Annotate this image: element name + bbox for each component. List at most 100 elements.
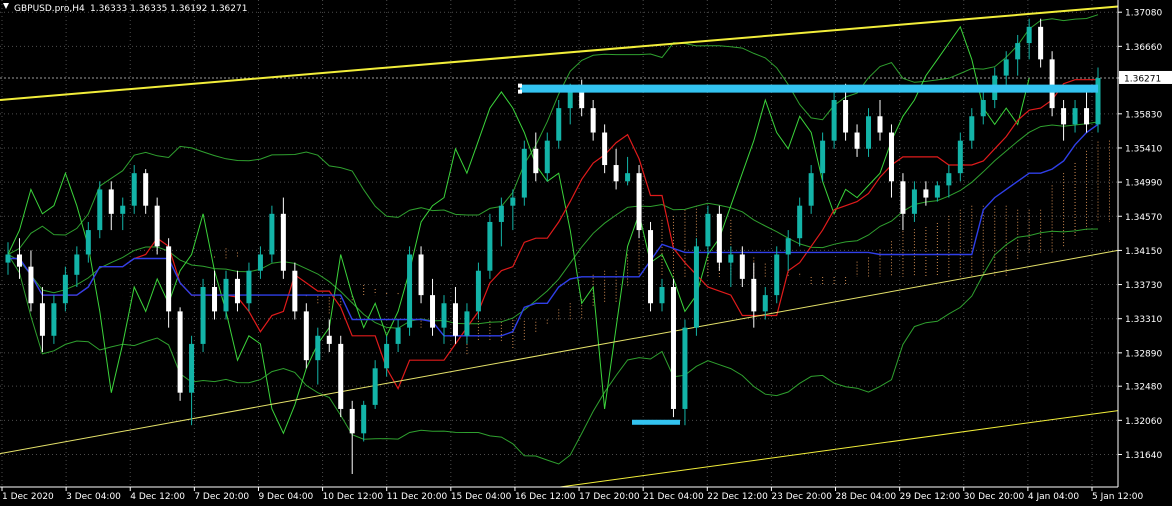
candle-body xyxy=(280,213,286,271)
candle-body xyxy=(1084,108,1090,125)
candle-body xyxy=(1038,26,1044,60)
candle-body xyxy=(407,254,413,328)
candle-body xyxy=(292,270,298,312)
time-tick-label: 5 Jan 12:00 xyxy=(1092,492,1144,502)
candle-body xyxy=(85,230,91,255)
candle-body xyxy=(223,278,229,312)
candle-body xyxy=(74,254,80,275)
time-tick-label: 23 Dec 20:00 xyxy=(771,492,832,502)
price-chart[interactable]: 1.37080 1.36660 1.36271 1.35830 1.35410 1.349… xyxy=(0,0,1172,506)
candle-body xyxy=(843,100,849,133)
price-tick-label: 1.32060 xyxy=(1125,417,1162,427)
time-tick-label: 10 Dec 12:00 xyxy=(323,492,384,502)
candle-body xyxy=(670,286,676,409)
candle-body xyxy=(441,303,447,328)
candle-body xyxy=(556,108,562,141)
candle-body xyxy=(62,274,68,304)
candle-body xyxy=(716,213,722,263)
candle-body xyxy=(521,148,527,198)
candle-body xyxy=(498,205,504,222)
price-tick-label: 1.33310 xyxy=(1125,315,1162,325)
ohlc-readout: 1.36333 1.36335 1.36192 1.36271 xyxy=(90,4,247,14)
candle-body xyxy=(866,116,872,149)
candle-body xyxy=(338,343,344,409)
candle-body xyxy=(189,343,195,393)
time-tick-label: 4 Jan 04:00 xyxy=(1028,492,1080,502)
candle-body xyxy=(888,132,894,182)
candle-body xyxy=(315,335,321,361)
price-tick-label: 1.34150 xyxy=(1125,247,1162,257)
candle-body xyxy=(682,327,688,409)
price-tick-label: 1.34990 xyxy=(1125,179,1162,189)
resistance-level xyxy=(520,84,1098,93)
candle-body xyxy=(1072,108,1078,125)
candle-body xyxy=(487,221,493,271)
candle-body xyxy=(923,189,929,198)
candle-body xyxy=(648,230,654,304)
candle-body xyxy=(705,213,711,247)
candle-body xyxy=(51,303,57,336)
candle-body xyxy=(326,335,332,344)
time-tick-label: 4 Dec 12:00 xyxy=(130,492,185,502)
time-tick-label: 29 Dec 12:00 xyxy=(900,492,961,502)
candle-body xyxy=(808,173,814,206)
candle-body xyxy=(234,278,240,304)
price-tick-label: 1.34570 xyxy=(1125,213,1162,223)
candle-body xyxy=(475,270,481,312)
time-tick-label: 3 Dec 04:00 xyxy=(66,492,121,502)
candle-body xyxy=(613,165,619,182)
time-tick-label: 15 Dec 04:00 xyxy=(451,492,512,502)
candle-body xyxy=(131,173,137,206)
candle-body xyxy=(693,246,699,328)
candle-body xyxy=(1049,59,1055,109)
candle-body xyxy=(820,140,826,174)
candle-body xyxy=(957,140,963,174)
candle-body xyxy=(177,311,183,393)
candle-body xyxy=(303,311,309,361)
time-tick-label: 7 Dec 20:00 xyxy=(194,492,249,502)
candle-body xyxy=(212,286,218,312)
candle-body xyxy=(143,173,149,206)
candle-body xyxy=(946,173,952,186)
price-tick-label: 1.36660 xyxy=(1125,43,1162,53)
candle-body xyxy=(590,108,596,133)
candle-body xyxy=(567,91,573,109)
time-tick-label: 21 Dec 04:00 xyxy=(643,492,704,502)
price-tick-label: 1.33730 xyxy=(1125,281,1162,291)
price-tick-label: 1.35830 xyxy=(1125,110,1162,120)
candle-body xyxy=(1015,43,1021,60)
price-tick-label: 1.32890 xyxy=(1125,349,1162,359)
chart-canvas[interactable]: 1.37080 1.36660 1.36271 1.35830 1.35410 1.349… xyxy=(0,0,1172,506)
candle-body xyxy=(16,254,22,267)
candle-body xyxy=(728,254,734,263)
candle-body xyxy=(464,311,470,336)
candle-body xyxy=(97,189,103,231)
candle-body xyxy=(739,254,745,279)
symbol-label: GBPUSD.pro,H4 xyxy=(14,4,85,14)
candle-body xyxy=(349,408,355,434)
candle-body xyxy=(762,295,768,312)
candle-body xyxy=(384,343,390,369)
candle-body xyxy=(269,213,275,255)
candle-body xyxy=(751,278,757,312)
candle-body xyxy=(774,254,780,296)
time-tick-label: 30 Dec 20:00 xyxy=(964,492,1025,502)
candle-body xyxy=(430,295,436,328)
candle-body xyxy=(372,368,378,405)
candle-body xyxy=(854,132,860,149)
candle-body xyxy=(980,100,986,117)
candle-body xyxy=(877,116,883,133)
candle-body xyxy=(257,254,263,271)
candle-body xyxy=(200,286,206,344)
resistance-level-anchor xyxy=(518,83,522,88)
candle-body xyxy=(911,189,917,214)
candle-body xyxy=(1003,59,1009,76)
time-tick-label: 22 Dec 12:00 xyxy=(707,492,768,502)
time-tick-label: 1 Dec 2020 xyxy=(2,492,54,502)
candle-body xyxy=(39,303,45,336)
current-price-label: 1.36271 xyxy=(1124,74,1161,84)
candle-body xyxy=(108,189,114,214)
time-tick-label: 9 Dec 04:00 xyxy=(258,492,313,502)
candle-body xyxy=(1026,26,1032,44)
candle-body xyxy=(831,100,837,141)
